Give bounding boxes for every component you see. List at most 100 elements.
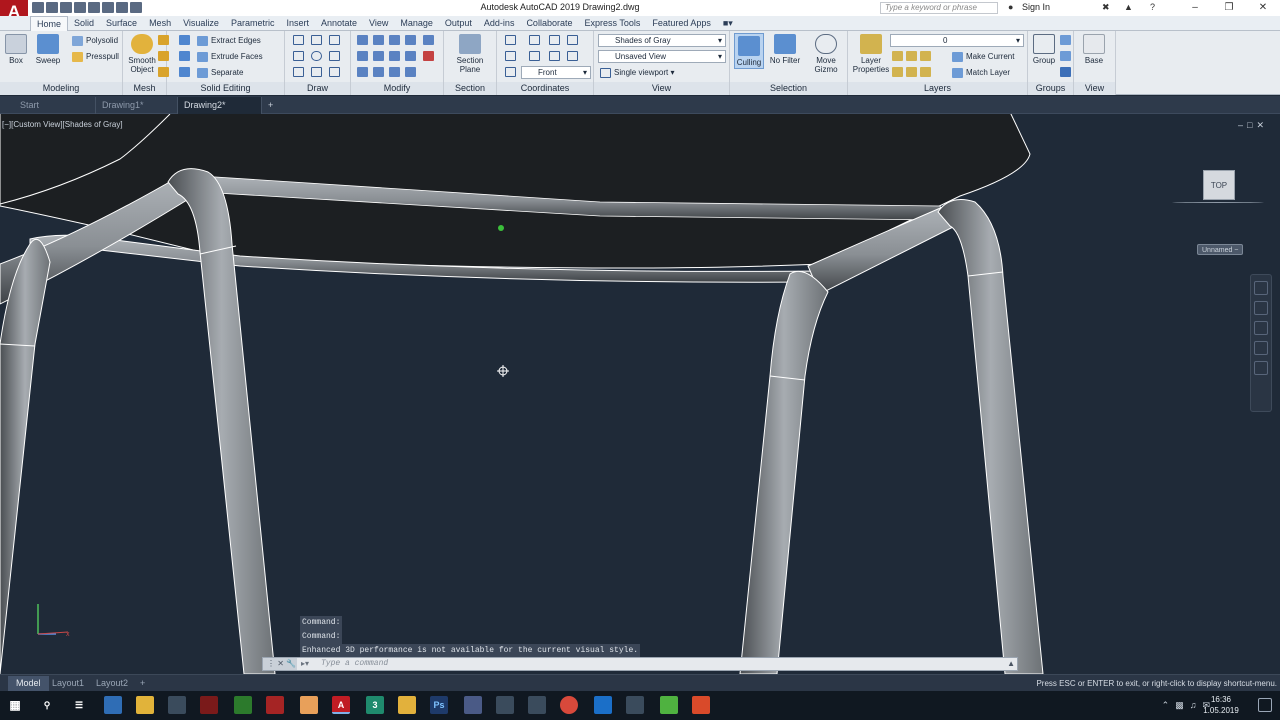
arc-icon[interactable] [293, 51, 304, 61]
ucs-preset-select[interactable]: Front [521, 66, 591, 79]
group-edit-icon[interactable] [1060, 51, 1071, 61]
layer-isolate-icon[interactable] [906, 51, 917, 61]
layer-select[interactable]: 0 [890, 34, 1024, 47]
photoshop-icon[interactable]: Ps [430, 696, 448, 714]
a360-icon[interactable]: ▲ [1124, 2, 1133, 12]
panel-label-layers[interactable]: Layers [848, 82, 1027, 95]
camtasia-icon[interactable] [660, 696, 678, 714]
viewport-configuration-button[interactable]: Single viewport ▾ [600, 66, 675, 80]
redo-icon[interactable] [116, 2, 128, 13]
chair-3d-model[interactable] [0, 114, 1280, 674]
search-icon[interactable]: ⚲ [38, 696, 56, 714]
showmotion-icon[interactable] [1254, 361, 1268, 375]
ucs-view-icon[interactable] [505, 51, 516, 61]
ucs-object-icon[interactable] [529, 51, 540, 61]
viewcube[interactable]: TOP [1200, 166, 1240, 204]
stretch-icon[interactable] [357, 51, 368, 61]
windows-start-icon[interactable]: ▦ [6, 696, 24, 714]
intersect-icon[interactable] [179, 67, 190, 77]
union-icon[interactable] [179, 35, 190, 45]
explode-icon[interactable] [389, 67, 400, 77]
group-selection-icon[interactable] [1060, 67, 1071, 77]
align-icon[interactable] [405, 67, 416, 77]
make-current-button[interactable]: Make Current [952, 50, 1014, 64]
group-button[interactable]: Group [1030, 34, 1058, 65]
panel-label-view-base[interactable]: View [1074, 82, 1115, 95]
save-icon[interactable] [60, 2, 72, 13]
section-plane-button[interactable]: Section Plane [450, 34, 490, 74]
sign-in-link[interactable]: Sign In [1022, 2, 1050, 12]
base-button[interactable]: Base [1080, 34, 1108, 65]
ribbon-options-icon[interactable]: ■▾ [717, 16, 739, 31]
move-icon[interactable] [357, 35, 368, 45]
command-history-arrow-icon[interactable]: ▲ [1007, 658, 1015, 670]
panel-label-selection[interactable]: Selection [730, 82, 847, 95]
ucs-icon[interactable] [505, 35, 516, 45]
presspull-button[interactable]: Presspull [72, 50, 119, 64]
wcs-menu[interactable]: Unnamed − [1197, 244, 1244, 255]
minimize-button[interactable]: – [1178, 0, 1212, 16]
mirror-icon[interactable] [405, 35, 416, 45]
panel-label-mesh[interactable]: Mesh [123, 82, 166, 95]
panel-label-groups[interactable]: Groups [1028, 82, 1073, 95]
ucs-named-icon[interactable] [505, 67, 516, 77]
ucs-world-icon[interactable] [529, 35, 540, 45]
subtract-icon[interactable] [179, 51, 190, 61]
ungroup-icon[interactable] [1060, 35, 1071, 45]
ucs-3point-icon[interactable] [567, 35, 578, 45]
layer-off-icon[interactable] [892, 67, 903, 77]
autocad-taskbar-icon[interactable]: A [332, 696, 350, 714]
close-button[interactable]: ✕ [1246, 0, 1280, 16]
green-grip-point[interactable] [498, 225, 504, 231]
add-layout-icon[interactable]: + [132, 676, 153, 691]
panel-label-solid-editing[interactable]: Solid Editing [167, 82, 284, 95]
fillet-icon[interactable] [357, 67, 368, 77]
tab-parametric[interactable]: Parametric [225, 16, 281, 31]
tab-output[interactable]: Output [439, 16, 478, 31]
tab-manage[interactable]: Manage [394, 16, 439, 31]
layer-freeze-icon[interactable] [920, 51, 931, 61]
layout-tab-model[interactable]: Model [8, 676, 49, 691]
app-icon[interactable] [234, 696, 252, 714]
edge-icon[interactable] [594, 696, 612, 714]
ucs-face-icon[interactable] [549, 51, 560, 61]
panel-label-modeling[interactable]: Modeling [0, 82, 122, 95]
file-tab-drawing2[interactable]: Drawing2* [178, 97, 262, 114]
media-icon[interactable] [626, 696, 644, 714]
panel-label-coordinates[interactable]: Coordinates [497, 82, 593, 95]
layer-state-icon[interactable] [892, 51, 903, 61]
file-tab-start[interactable]: Start [14, 97, 96, 114]
scale-icon[interactable] [373, 51, 384, 61]
store-icon[interactable] [168, 696, 186, 714]
rotate-icon[interactable] [373, 35, 384, 45]
extract-edges-button[interactable]: Extract Edges [197, 34, 261, 48]
calculator-icon[interactable] [528, 696, 546, 714]
tab-insert[interactable]: Insert [280, 16, 315, 31]
named-view-select[interactable]: Unsaved View [598, 50, 726, 63]
layout-tab-layout2[interactable]: Layout2 [88, 676, 136, 691]
region-icon[interactable] [329, 67, 340, 77]
solidworks-icon[interactable] [266, 696, 284, 714]
steering-wheel-icon[interactable] [1254, 281, 1268, 295]
layer-lock-icon[interactable] [906, 67, 917, 77]
circle-icon[interactable] [311, 51, 322, 61]
command-input[interactable]: Type a command [321, 658, 388, 670]
chrome-icon[interactable] [560, 696, 578, 714]
app-icon[interactable] [398, 696, 416, 714]
trim-icon[interactable] [423, 35, 434, 45]
polygon-icon[interactable] [293, 67, 304, 77]
panel-label-modify[interactable]: Modify [351, 82, 443, 95]
box-button[interactable]: Box [2, 34, 30, 65]
viewport-window-controls[interactable]: –□✕ [1238, 120, 1268, 131]
copy-icon[interactable] [389, 35, 400, 45]
tab-express-tools[interactable]: Express Tools [578, 16, 646, 31]
culling-button[interactable]: Culling [734, 33, 764, 69]
smooth-object-button[interactable]: Smooth Object [125, 34, 159, 74]
layout-tab-layout1[interactable]: Layout1 [44, 676, 92, 691]
visual-style-select[interactable]: Shades of Gray [598, 34, 726, 47]
extrude-faces-button[interactable]: Extrude Faces [197, 50, 263, 64]
polyline-icon[interactable] [311, 35, 322, 45]
zoom-icon[interactable] [1254, 321, 1268, 335]
line-icon[interactable] [293, 35, 304, 45]
open-icon[interactable] [46, 2, 58, 13]
